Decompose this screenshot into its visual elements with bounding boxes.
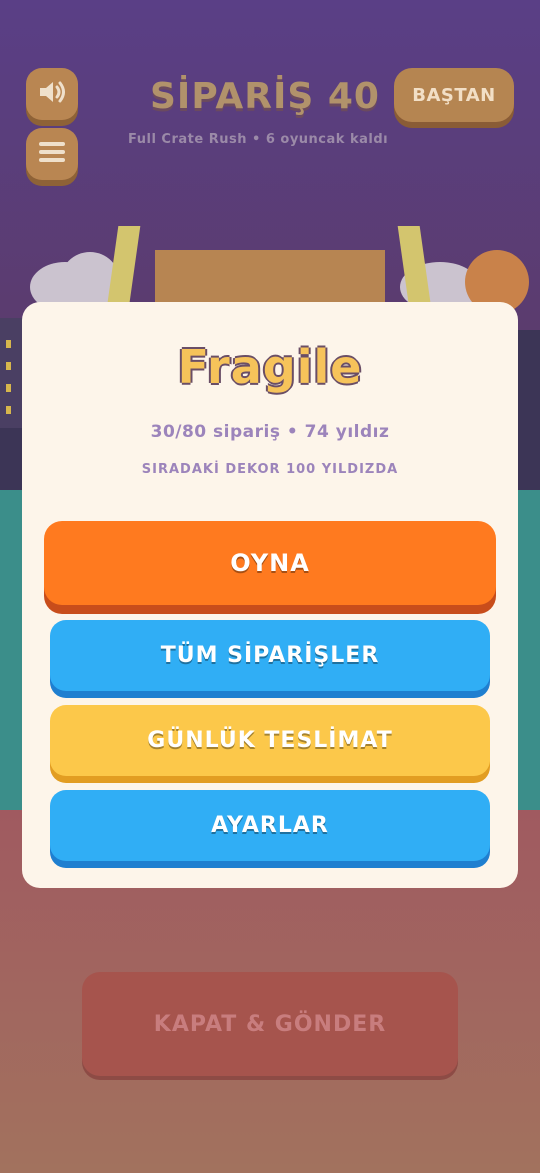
next-decor-hint: SIRADAKİ DEKOR 100 YILDIZDA: [141, 462, 399, 477]
daily-delivery-button[interactable]: GÜNLÜK TESLİMAT: [50, 705, 490, 776]
hamburger-icon: [39, 141, 65, 167]
play-button[interactable]: OYNA: [44, 521, 496, 605]
menu-button[interactable]: [26, 128, 78, 180]
order-title: SİPARİŞ 40: [150, 76, 380, 117]
sound-button[interactable]: [26, 68, 78, 120]
order-subtitle: Full Crate Rush • 6 oyuncak kaldı: [128, 132, 389, 147]
settings-button[interactable]: AYARLAR: [50, 790, 490, 861]
speaker-icon: [37, 78, 67, 110]
close-and-send-button[interactable]: KAPAT & GÖNDER: [82, 972, 458, 1076]
all-orders-button[interactable]: TÜM SİPARİŞLER: [50, 620, 490, 691]
progress-stats: 30/80 sipariş • 74 yıldız: [150, 422, 390, 442]
panel-title: Fragile: [177, 340, 363, 394]
reset-button[interactable]: BAŞTAN: [394, 68, 514, 122]
building-window: [6, 406, 11, 414]
